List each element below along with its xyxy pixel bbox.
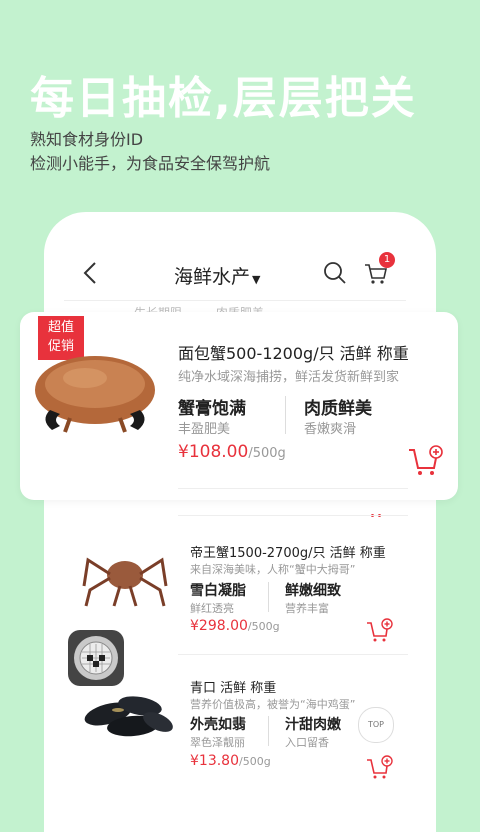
- product-desc: 来自深海美味，人称“蟹中大拇哥”: [190, 563, 356, 576]
- product-feature-2-sub: 入口留香: [285, 736, 329, 749]
- featured-price-unit: /500g: [248, 446, 286, 461]
- product-feature-1: 雪白凝脂: [190, 583, 246, 599]
- featured-feature-2: 肉质鲜美: [304, 399, 372, 419]
- banner-headline: 每日抽检,层层把关: [30, 73, 417, 124]
- featured-divider: [178, 488, 408, 489]
- product-feature-1-sub: 翠色泽靓丽: [190, 736, 245, 749]
- add-to-cart-icon[interactable]: [366, 755, 394, 783]
- add-to-cart-icon[interactable]: [408, 444, 444, 480]
- category-dropdown[interactable]: 海鲜水产 ▼: [174, 262, 260, 289]
- feature-separator: [268, 582, 269, 612]
- featured-product-name[interactable]: 面包蟹500-1200g/只 活鲜 称重: [178, 340, 409, 364]
- featured-feature-2-sub: 香嫩爽滑: [304, 422, 357, 437]
- mussel-image[interactable]: [78, 684, 178, 748]
- cart-count-badge: 1: [379, 252, 395, 268]
- more-dots-icon[interactable]: [371, 502, 385, 521]
- caret-down-icon: ▼: [252, 273, 261, 286]
- product-feature-2: 汁甜肉嫩: [285, 717, 341, 733]
- list-divider: [178, 654, 408, 655]
- featured-feature-1: 蟹膏饱满: [178, 399, 246, 419]
- product-name[interactable]: 青口 活鲜 称重: [190, 677, 276, 696]
- product-feature-1: 外壳如翡: [190, 717, 246, 733]
- banner-subtitle-1: 熟知食材身份ID: [30, 130, 144, 149]
- brown-crab-image[interactable]: [30, 348, 160, 442]
- featured-product-desc: 纯净水域深海捕捞，鲜活发货新鲜到家: [178, 370, 400, 385]
- product-price-unit: /500g: [239, 755, 271, 768]
- product-price-value: ¥13.80: [190, 753, 239, 769]
- product-price-unit: /500g: [247, 620, 280, 633]
- search-icon[interactable]: [322, 260, 348, 286]
- back-to-top-button[interactable]: TOP: [358, 707, 394, 743]
- product-price-value: ¥298.00: [190, 618, 248, 634]
- product-name[interactable]: 帝王蟹1500-2700g/只 活鲜 称重: [190, 542, 386, 561]
- product-feature-2: 鲜嫩细致: [285, 583, 341, 599]
- back-icon[interactable]: [80, 260, 102, 286]
- featured-price-value: ¥108.00: [178, 442, 249, 462]
- list-divider: [178, 515, 408, 516]
- feature-separator: [268, 716, 269, 746]
- king-crab-image[interactable]: [80, 540, 170, 614]
- product-feature-1-sub: 鲜红透亮: [190, 602, 234, 615]
- add-to-cart-icon[interactable]: [366, 618, 394, 646]
- product-desc: 营养价值极高，被誉为“海中鸡蛋”: [190, 698, 356, 711]
- floating-app-icon[interactable]: [68, 630, 124, 686]
- product-price: ¥13.80/500g: [190, 753, 271, 769]
- nav-divider: [64, 300, 406, 301]
- feature-separator: [285, 396, 286, 434]
- featured-feature-1-sub: 丰盈肥美: [178, 422, 231, 437]
- product-price: ¥298.00/500g: [190, 618, 280, 634]
- top-nav-bar: 海鲜水产 ▼ 1: [44, 252, 436, 296]
- promo-badge-line1: 超值: [47, 320, 74, 335]
- category-title: 海鲜水产: [174, 266, 251, 288]
- banner-subtitle-2: 检测小能手，为食品安全保驾护航: [30, 154, 271, 173]
- product-feature-2-sub: 营养丰富: [285, 602, 329, 615]
- featured-price: ¥108.00/500g: [178, 442, 286, 462]
